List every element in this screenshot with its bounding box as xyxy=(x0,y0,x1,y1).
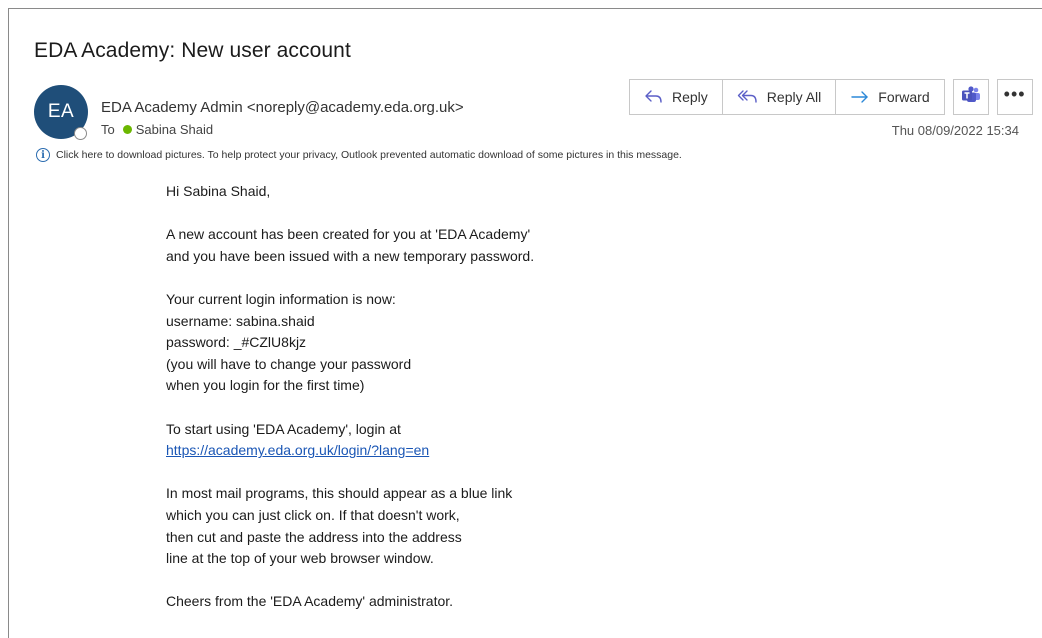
infobar-text: Click here to download pictures. To help… xyxy=(56,149,682,161)
sender-name[interactable]: EDA Academy Admin <noreply@academy.eda.o… xyxy=(101,99,464,116)
body-line: A new account has been created for you a… xyxy=(166,226,531,243)
reply-button[interactable]: Reply xyxy=(630,80,723,114)
email-subject: EDA Academy: New user account xyxy=(34,39,351,62)
body-line: when you login for the first time) xyxy=(166,377,365,394)
body-line: and you have been issued with a new temp… xyxy=(166,247,535,264)
forward-label: Forward xyxy=(878,89,930,105)
to-label: To xyxy=(101,122,115,137)
reply-all-label: Reply All xyxy=(766,89,822,105)
sent-date: Thu 08/09/2022 15:34 xyxy=(891,123,1019,138)
recipient-name: Sabina Shaid xyxy=(135,122,214,137)
reply-all-icon xyxy=(737,89,759,105)
recipient-chip[interactable]: Sabina Shaid xyxy=(122,122,214,137)
reply-label: Reply xyxy=(672,89,708,105)
signoff: Cheers from the 'EDA Academy' administra… xyxy=(166,591,534,613)
info-icon: i xyxy=(36,148,50,162)
greeting: Hi Sabina Shaid, xyxy=(166,181,534,203)
forward-button[interactable]: Forward xyxy=(836,80,943,114)
body-paragraph-login-info: Your current login information is now: u… xyxy=(166,289,534,397)
teams-button[interactable] xyxy=(952,79,989,115)
body-line: which you can just click on. If that doe… xyxy=(166,506,460,523)
more-icon: ••• xyxy=(1003,84,1026,104)
more-actions-button[interactable]: ••• xyxy=(996,79,1033,115)
message-toolbar: Reply Reply All Forward ••• xyxy=(629,79,1033,115)
reply-button-group: Reply Reply All Forward xyxy=(629,79,945,115)
body-line: To start using 'EDA Academy', login at xyxy=(166,420,401,437)
password-line: password: _#CZlU8kjz xyxy=(166,334,307,351)
greeting-text: Hi Sabina Shaid, xyxy=(166,183,271,199)
body-paragraph-login-link: To start using 'EDA Academy', login at h… xyxy=(166,419,534,462)
body-paragraph-instructions: In most mail programs, this should appea… xyxy=(166,483,534,569)
email-body: Hi Sabina Shaid, A new account has been … xyxy=(166,181,534,634)
presence-status-icon xyxy=(74,127,87,140)
reply-all-button[interactable]: Reply All xyxy=(723,80,837,114)
reply-icon xyxy=(644,89,664,105)
username-line: username: sabina.shaid xyxy=(166,312,315,329)
body-line: Your current login information is now: xyxy=(166,290,396,307)
body-line: (you will have to change your password xyxy=(166,355,412,372)
signoff-text: Cheers from the 'EDA Academy' administra… xyxy=(166,593,454,610)
download-pictures-infobar[interactable]: i Click here to download pictures. To he… xyxy=(36,148,682,162)
forward-icon xyxy=(850,89,870,105)
body-line: In most mail programs, this should appea… xyxy=(166,485,513,502)
presence-available-icon xyxy=(122,125,132,134)
email-reading-pane: EDA Academy: New user account EA EDA Aca… xyxy=(8,8,1042,638)
body-paragraph-account: A new account has been created for you a… xyxy=(166,224,534,267)
recipient-line: To Sabina Shaid xyxy=(101,122,213,137)
avatar-initials: EA xyxy=(47,101,75,122)
body-line: line at the top of your web browser wind… xyxy=(166,550,434,567)
teams-icon xyxy=(961,85,981,110)
login-link[interactable]: https://academy.eda.org.uk/login/?lang=e… xyxy=(166,440,534,462)
body-line: then cut and paste the address into the … xyxy=(166,528,462,545)
